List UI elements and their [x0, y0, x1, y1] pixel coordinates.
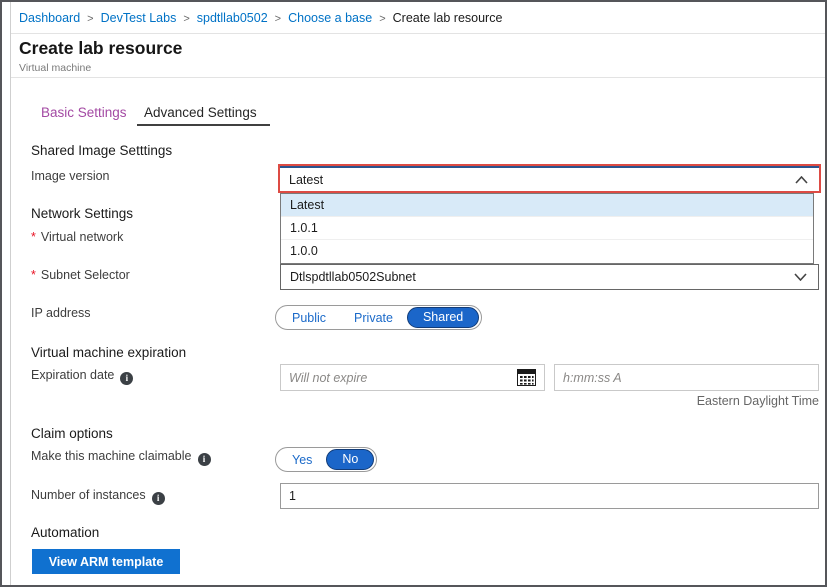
breadcrumb-link-dashboard[interactable]: Dashboard — [19, 11, 80, 25]
image-version-selected-value: Latest — [289, 172, 324, 187]
claimable-toggle: Yes No — [275, 447, 378, 472]
expiration-date-label: Expiration date i — [31, 368, 134, 385]
calendar-icon[interactable] — [517, 369, 536, 386]
subnet-selected-value: Dtlspdtllab0502Subnet — [290, 270, 416, 284]
section-title-automation: Automation — [31, 525, 100, 540]
breadcrumb: Dashboard > DevTest Labs > spdtllab0502 > Choo… — [19, 11, 502, 25]
info-icon[interactable]: i — [151, 492, 165, 505]
section-title-expiration: Virtual machine expiration — [31, 345, 187, 360]
chevron-up-icon — [795, 173, 808, 187]
image-version-select[interactable]: Latest — [278, 164, 821, 193]
breadcrumb-divider — [11, 33, 825, 34]
breadcrumb-current: Create lab resource — [392, 11, 503, 25]
breadcrumb-separator-icon: > — [183, 13, 190, 25]
ip-address-toggle: Public Private Shared — [275, 305, 483, 330]
info-icon[interactable]: i — [197, 453, 211, 466]
breadcrumb-separator-icon: > — [87, 13, 94, 25]
required-asterisk: * — [31, 230, 36, 244]
subnet-selector-label: * Subnet Selector — [31, 268, 130, 282]
expiration-time-input[interactable] — [554, 364, 819, 391]
expiration-date-input[interactable] — [280, 364, 545, 391]
dropdown-option-1-0-1[interactable]: 1.0.1 — [281, 217, 813, 240]
breadcrumb-link-choose-a-base[interactable]: Choose a base — [288, 11, 372, 25]
breadcrumb-link-spdtllab0502[interactable]: spdtllab0502 — [197, 11, 268, 25]
breadcrumb-separator-icon: > — [379, 13, 386, 25]
dropdown-option-latest[interactable]: Latest — [281, 194, 813, 217]
section-title-claim: Claim options — [31, 426, 113, 441]
tab-advanced-settings[interactable]: Advanced Settings — [144, 105, 257, 120]
virtual-network-label: * Virtual network — [31, 230, 124, 244]
breadcrumb-link-devtest-labs[interactable]: DevTest Labs — [101, 11, 177, 25]
tab-basic-settings[interactable]: Basic Settings — [41, 105, 127, 120]
image-version-label: Image version — [31, 169, 110, 183]
ip-address-label: IP address — [31, 306, 91, 320]
ip-option-private[interactable]: Private — [340, 311, 407, 325]
header-divider — [11, 77, 825, 78]
chevron-down-icon — [794, 270, 807, 284]
view-arm-template-button[interactable]: View ARM template — [32, 549, 180, 574]
blade-edge-divider — [10, 2, 11, 585]
active-tab-underline — [137, 124, 270, 126]
image-version-dropdown: Latest 1.0.1 1.0.0 — [280, 193, 814, 264]
instances-input[interactable] — [280, 483, 819, 509]
section-title-network: Network Settings — [31, 206, 134, 221]
instances-label: Number of instances i — [31, 488, 165, 505]
claim-option-yes[interactable]: Yes — [278, 453, 326, 467]
ip-option-public[interactable]: Public — [278, 311, 340, 325]
dropdown-option-1-0-0[interactable]: 1.0.0 — [281, 240, 813, 263]
ip-option-shared[interactable]: Shared — [406, 307, 480, 328]
claimable-label: Make this machine claimable i — [31, 449, 211, 466]
page-title: Create lab resource — [19, 38, 183, 58]
subnet-select[interactable]: Dtlspdtllab0502Subnet — [280, 264, 819, 290]
required-asterisk: * — [31, 268, 36, 282]
info-icon[interactable]: i — [120, 372, 134, 385]
create-lab-resource-blade: Dashboard > DevTest Labs > spdtllab0502 > Choo… — [0, 0, 827, 587]
timezone-label: Eastern Daylight Time — [696, 394, 819, 408]
claim-option-no[interactable]: No — [326, 449, 375, 470]
breadcrumb-separator-icon: > — [274, 13, 282, 25]
page-subtitle: Virtual machine — [19, 62, 92, 74]
section-title-shared-image: Shared Image Setttings — [31, 143, 173, 158]
